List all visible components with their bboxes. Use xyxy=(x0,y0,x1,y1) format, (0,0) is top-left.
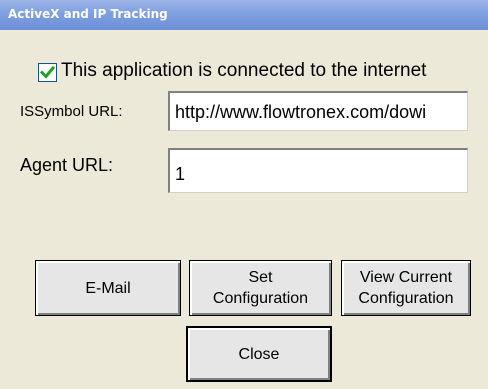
dialog-window: ActiveX and IP Tracking This application… xyxy=(0,0,488,389)
email-button-label: E-Mail xyxy=(85,279,131,297)
agent-url-input[interactable]: 1 xyxy=(168,148,468,193)
internet-checkbox[interactable] xyxy=(38,63,57,82)
agent-url-label: Agent URL: xyxy=(20,155,114,175)
internet-checkbox-label[interactable]: This application is connected to the int… xyxy=(61,60,426,82)
set-configuration-button-label: Set Configuration xyxy=(212,269,309,307)
set-configuration-button[interactable]: Set Configuration xyxy=(189,260,332,316)
issymbol-url-label: ISSymbol URL: xyxy=(20,103,123,120)
view-current-configuration-button-label: View Current Configuration xyxy=(358,269,454,307)
checkmark-icon xyxy=(40,65,55,79)
title-bar[interactable]: ActiveX and IP Tracking xyxy=(0,0,488,30)
close-button-label: Close xyxy=(238,345,280,363)
close-button[interactable]: Close xyxy=(186,326,332,382)
view-current-configuration-button[interactable]: View Current Configuration xyxy=(341,260,471,316)
email-button[interactable]: E-Mail xyxy=(35,260,181,316)
window-title: ActiveX and IP Tracking xyxy=(8,7,168,21)
issymbol-url-input[interactable]: http://www.flowtronex.com/dowi xyxy=(168,91,468,131)
